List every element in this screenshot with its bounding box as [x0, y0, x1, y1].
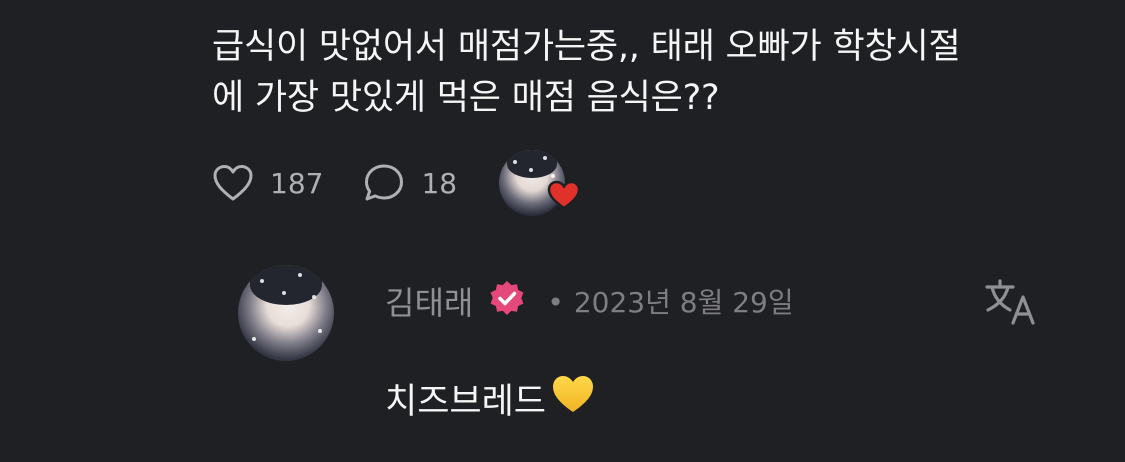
comment-button[interactable]: 18 [363, 163, 457, 203]
translate-button[interactable] [983, 277, 1041, 333]
snow-dot [252, 337, 256, 341]
heart-outline-icon [212, 164, 254, 202]
yellow-heart-icon [550, 373, 596, 424]
red-heart-icon [547, 180, 581, 214]
author-name[interactable]: 김태래 [385, 278, 473, 324]
comment-header: 김태래 • 2023년 8월 29일 [385, 279, 794, 323]
verified-badge-icon [487, 279, 527, 323]
comment-text: 치즈브레드 [385, 382, 547, 422]
speech-bubble-icon [363, 163, 405, 203]
comment-date: 2023년 8월 29일 [573, 286, 794, 319]
like-count: 187 [270, 166, 324, 200]
comment-body: 치즈브레드 [385, 373, 596, 424]
snow-dot [282, 291, 286, 295]
meta-separator: • [547, 286, 564, 319]
translate-icon [983, 279, 1041, 333]
snow-dot [298, 273, 302, 277]
author-avatar[interactable] [238, 265, 334, 361]
comment-item: 김태래 • 2023년 8월 29일 치즈브레드 [238, 265, 1098, 455]
snow-dot [318, 329, 322, 333]
snow-dot [551, 174, 556, 178]
like-button[interactable]: 187 [212, 164, 323, 202]
comment-meta: • 2023년 8월 29일 [547, 281, 793, 321]
comment-count: 18 [421, 166, 458, 200]
post-text: 급식이 맛없어서 매점가는중,, 태래 오빠가 학창시절 에 가장 맛있게 먹은… [212, 27, 961, 118]
liked-by-author[interactable] [499, 150, 581, 216]
avatar-hair [249, 265, 323, 306]
action-bar: 187 18 [212, 150, 581, 216]
snow-dot [260, 279, 264, 283]
snow-dot [312, 295, 316, 299]
